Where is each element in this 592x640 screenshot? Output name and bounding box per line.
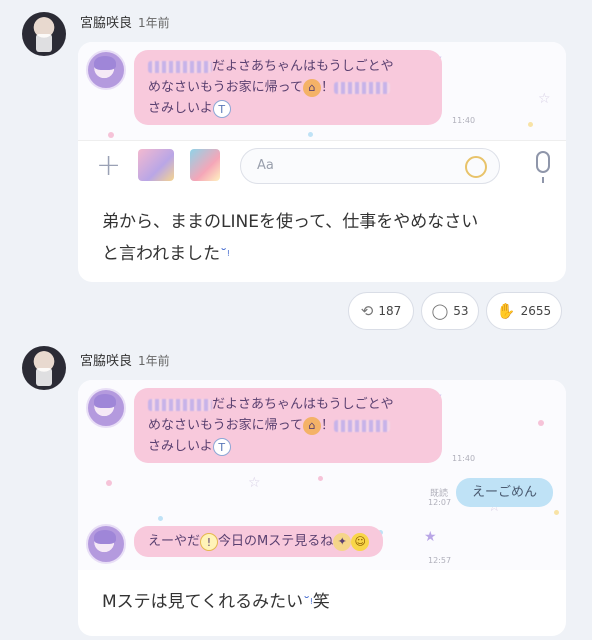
message-line: さみしいよ (148, 439, 213, 454)
blurred-name (148, 398, 212, 411)
post-card[interactable]: ★ ★ ☆ ☆ だよさあちゃんはもうしごとや めなさいもうお家に帰って⌂！ さみ… (78, 380, 566, 636)
post-caption: 弟から、ままのLINEを使って、仕事をやめなさい と言われました˘ᵎ (102, 206, 478, 271)
crying-face-icon: T (212, 437, 231, 456)
post-time: 1年前 (138, 16, 170, 30)
message-line: えーやだ (148, 534, 201, 549)
chat-screenshot-image[interactable]: ★ ☆ ☆ だよさあちゃんはもうしごとや めなさいもうお家に帰って⌂！ さみしい… (78, 42, 566, 190)
avatar[interactable] (22, 12, 66, 56)
plus-icon: + (96, 148, 122, 183)
comment-button[interactable]: ◯ 53 (421, 292, 479, 330)
tear-face-icon: ˘ᵎ (220, 247, 230, 263)
message-line: めなさいもうお家に帰って (148, 80, 303, 95)
tear-face-icon: ˘ᵎ (303, 595, 313, 611)
chat-partner-avatar (86, 524, 126, 564)
author-line: 宮脇咲良 1年前 (80, 12, 170, 31)
message-line: めなさいもうお家に帰って (148, 418, 303, 433)
smile-icon: ☺ (351, 532, 370, 551)
caption-line: 弟から、ままのLINEを使って、仕事をやめなさい (102, 212, 479, 232)
sticker-thumbnail-1 (138, 149, 174, 181)
chat-message-bubble: だよさあちゃんはもうしごとや めなさいもうお家に帰って ⌂！ さみしいよ T (134, 388, 442, 463)
blurred-name (333, 81, 390, 94)
sticker-thumbnail-2 (190, 149, 220, 181)
repost-button[interactable]: ⟲ 187 (348, 292, 414, 330)
party-popper-icon: ✦ (333, 532, 352, 551)
author-line: 宮脇咲良 1年前 (80, 350, 170, 369)
surprised-face-icon: ! (200, 532, 219, 551)
author-name[interactable]: 宮脇咲良 (80, 16, 132, 31)
message-line: だよさあちゃんはもうしごとや (212, 59, 394, 74)
message-mark: ！ (320, 80, 334, 95)
repost-icon: ⟲ (360, 302, 374, 320)
caption-line: Mステは見てくれるみたい (102, 592, 304, 612)
chat-screenshot-image[interactable]: ★ ★ ☆ ☆ だよさあちゃんはもうしごとや めなさいもうお家に帰って⌂！ さみ… (78, 380, 566, 570)
chat-message-bubble: えーやだ! 今日のMステ見るね ✦ ☺ (134, 526, 384, 557)
comment-icon: ◯ (431, 302, 449, 320)
message-time: 12:57 (428, 556, 452, 565)
chat-message-bubble: だよさあちゃんはもうしごとや めなさいもうお家に帰って ⌂！ さみしいよ T (134, 50, 442, 125)
message-line: 今日のMステ見るね (218, 534, 334, 549)
repost-count: 187 (378, 304, 402, 318)
comment-count: 53 (453, 304, 469, 318)
chat-partner-avatar (86, 50, 126, 90)
post-caption: Mステは見てくれるみたい˘ᵎ笑 (102, 586, 330, 619)
blurred-name (148, 60, 212, 73)
crying-face-icon: T (212, 99, 231, 118)
message-mark: ！ (320, 418, 334, 433)
caption-line: と言われました (102, 244, 221, 264)
chat-input-bar: + Aa (78, 140, 566, 190)
mic-icon (536, 151, 550, 183)
chat-partner-avatar (86, 388, 126, 428)
message-time: 11:40 (452, 116, 476, 125)
clap-button[interactable]: ✋ 2655 (486, 292, 562, 330)
reply-time: 12:07 (428, 498, 452, 507)
emoji-icon (465, 156, 487, 178)
reply-text: えーごめん (472, 485, 538, 500)
house-icon: ⌂ (302, 416, 321, 435)
author-name[interactable]: 宮脇咲良 (80, 354, 132, 369)
house-icon: ⌂ (302, 78, 321, 97)
clap-icon: ✋ (496, 302, 516, 320)
avatar[interactable] (22, 346, 66, 390)
reply-bubble: えーごめん (456, 478, 554, 507)
message-input: Aa (240, 148, 500, 184)
message-time: 11:40 (452, 454, 476, 463)
caption-suffix: 笑 (312, 592, 330, 612)
post-time: 1年前 (138, 354, 170, 368)
message-line: だよさあちゃんはもうしごとや (212, 397, 394, 412)
clap-count: 2655 (520, 304, 552, 318)
post-card[interactable]: ★ ☆ ☆ だよさあちゃんはもうしごとや めなさいもうお家に帰って⌂！ さみしい… (78, 42, 566, 282)
blurred-name (333, 419, 390, 432)
message-input-placeholder: Aa (257, 158, 274, 173)
message-line: さみしいよ (148, 101, 213, 116)
